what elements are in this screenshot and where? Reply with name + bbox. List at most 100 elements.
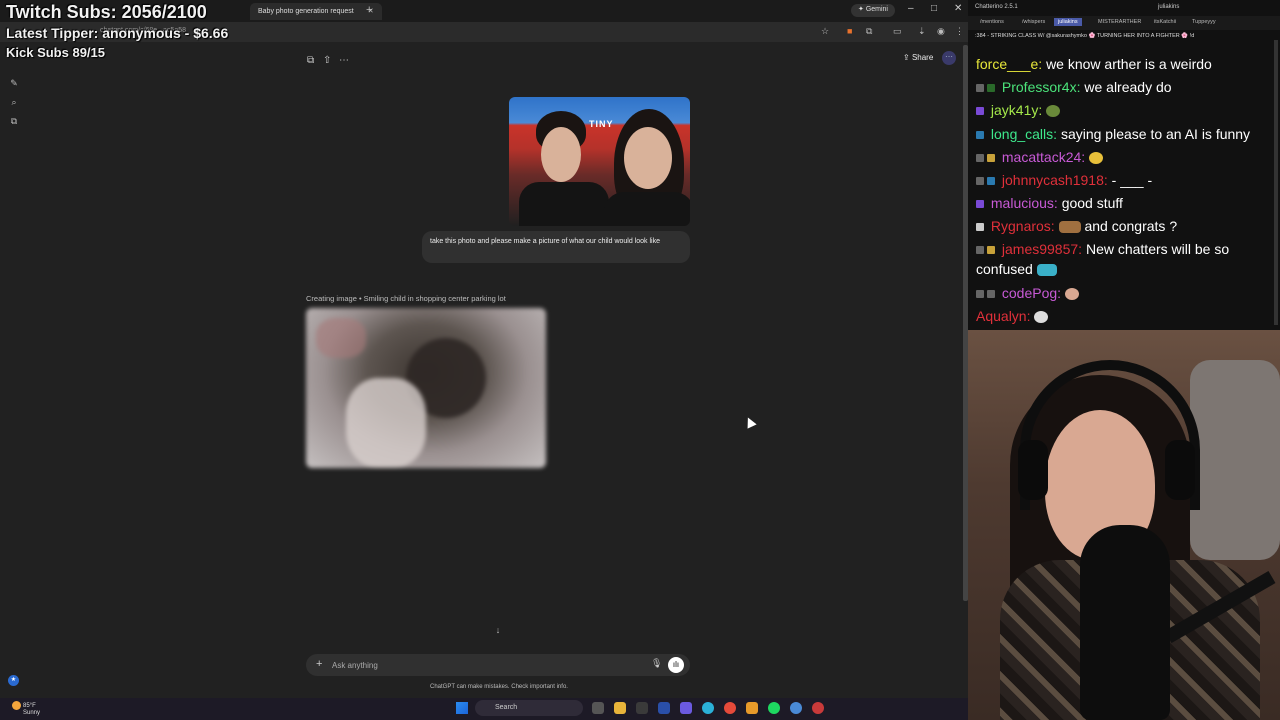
- start-button[interactable]: [456, 702, 468, 714]
- tab-baby-photo[interactable]: Baby photo generation request ✕: [250, 3, 382, 20]
- copy-icon[interactable]: ⧉: [307, 55, 314, 66]
- taskbar-search[interactable]: Search: [475, 700, 583, 716]
- tab-mentions[interactable]: /mentions: [976, 18, 1008, 26]
- chat-username[interactable]: malucious:: [991, 195, 1058, 211]
- man-face: [541, 127, 581, 182]
- tab-label: Baby photo generation request: [258, 8, 354, 15]
- chat-text: we know arther is a weirdo: [1046, 56, 1212, 72]
- gemini-button[interactable]: ✦ Gemini: [851, 4, 895, 17]
- new-chat-icon[interactable]: ✎: [9, 78, 19, 88]
- chat-text: we already do: [1084, 79, 1172, 95]
- sidebar-icon[interactable]: ▭: [893, 26, 902, 37]
- library-icon[interactable]: ⧉: [9, 116, 19, 126]
- share-label: Share: [911, 53, 934, 62]
- voice-mode-button[interactable]: ılı: [668, 657, 684, 673]
- chat-username[interactable]: johnnycash1918:: [1002, 172, 1108, 188]
- download-icon[interactable]: ⇣: [918, 26, 926, 37]
- chatterino-window: [968, 0, 1280, 330]
- new-tab-button[interactable]: +: [366, 4, 372, 16]
- search-icon[interactable]: ⌕: [9, 97, 19, 107]
- search-label: Search: [495, 704, 518, 711]
- profile-icon[interactable]: ◉: [937, 26, 945, 37]
- chat-username[interactable]: Rygnaros:: [991, 218, 1055, 234]
- store-icon[interactable]: [636, 702, 648, 714]
- file-explorer-icon[interactable]: [614, 702, 626, 714]
- weather-condition: Sunny: [23, 710, 41, 717]
- puzzle-icon[interactable]: ⧉: [866, 26, 872, 37]
- chat-message: johnnycash1918: - ___ -: [976, 172, 1152, 188]
- mic-icon[interactable]: 🎙: [651, 658, 662, 669]
- headphone-cup: [1165, 440, 1195, 500]
- emote-icon: [1046, 105, 1061, 118]
- upload-icon[interactable]: ⇧: [323, 55, 331, 66]
- discord-icon[interactable]: [680, 702, 692, 714]
- woman-shirt: [604, 192, 690, 226]
- chat-username[interactable]: macattack24:: [1002, 149, 1085, 165]
- chrome-icon[interactable]: [724, 702, 736, 714]
- task-view-icon[interactable]: [592, 702, 604, 714]
- minimize-icon[interactable]: –: [908, 3, 914, 14]
- microphone: [1080, 525, 1170, 720]
- emote-icon: [1034, 311, 1049, 324]
- chat-message: long_calls: saying please to an AI is fu…: [976, 126, 1250, 142]
- app-icon[interactable]: [658, 702, 670, 714]
- chatterino-user[interactable]: juliakins: [1158, 4, 1179, 10]
- spotify-icon[interactable]: [768, 702, 780, 714]
- chat-scrollbar[interactable]: [1274, 40, 1278, 325]
- mouse-cursor: [743, 415, 757, 429]
- user-message: take this photo and please make a pictur…: [422, 231, 690, 263]
- tab-itskatchii[interactable]: itsKatchii: [1150, 18, 1180, 26]
- chat-text: and congrats ?: [1084, 218, 1178, 234]
- chat-username[interactable]: jayk41y:: [991, 102, 1042, 118]
- prompt-input[interactable]: [332, 658, 632, 672]
- tab-tuppeyyy[interactable]: Tuppeyyy: [1188, 18, 1220, 26]
- more-icon[interactable]: ⋯: [339, 55, 349, 66]
- weather-widget[interactable]: 85°F Sunny: [12, 701, 40, 717]
- share-button[interactable]: ⇪ Share: [903, 53, 933, 62]
- app-icon-2[interactable]: [746, 702, 758, 714]
- stream-title-ticker: :384 - STRIKING CLASS W/ @sakurashymko 🌸…: [975, 33, 1195, 39]
- badge-icon: [987, 177, 995, 186]
- chat-username[interactable]: james99857:: [1002, 241, 1082, 257]
- badge-icon: [976, 131, 984, 140]
- options-button[interactable]: ⋯: [942, 51, 956, 65]
- obs-icon[interactable]: [812, 702, 824, 714]
- extension-icon[interactable]: ■: [847, 26, 852, 36]
- chat-username[interactable]: force___e:: [976, 56, 1042, 72]
- emote-icon: [1089, 152, 1104, 165]
- blur-shape: [346, 378, 426, 468]
- chat-message: force___e: we know arther is a weirdo: [976, 56, 1212, 72]
- chat-username[interactable]: Professor4x:: [1002, 79, 1081, 95]
- uploaded-photo[interactable]: TINY: [509, 97, 690, 226]
- chatterino-title: Chatterino 2.5.1: [975, 4, 1018, 10]
- chat-text: good stuff: [1061, 195, 1123, 211]
- creating-image-status: Creating image • Smiling child in shoppi…: [306, 294, 506, 303]
- notification-badge[interactable]: ★: [8, 675, 19, 686]
- scroll-down-icon[interactable]: ↓: [492, 625, 504, 637]
- emote-icon: [1064, 288, 1079, 301]
- close-window-icon[interactable]: ✕: [954, 3, 962, 14]
- maximize-icon[interactable]: □: [931, 3, 937, 14]
- browser-app-icon[interactable]: [790, 702, 802, 714]
- chat-username[interactable]: Aqualyn:: [976, 308, 1030, 324]
- edge-icon[interactable]: [702, 702, 714, 714]
- plus-icon[interactable]: +: [316, 658, 322, 670]
- woman-face: [624, 127, 672, 189]
- generated-image-preview[interactable]: [306, 308, 546, 468]
- chat-username[interactable]: codePog:: [1002, 285, 1061, 301]
- menu-icon[interactable]: ⋮: [955, 26, 964, 37]
- chat-message: malucious: good stuff: [976, 195, 1123, 211]
- chat-username[interactable]: long_calls:: [991, 126, 1057, 142]
- star-icon[interactable]: ☆: [821, 26, 829, 37]
- badge-icon: [987, 290, 995, 299]
- man-shirt: [519, 182, 609, 226]
- tab-whispers[interactable]: /whispers: [1018, 18, 1049, 26]
- chat-text: confused: [976, 261, 1033, 277]
- gemini-label: Gemini: [865, 6, 888, 13]
- browser-window: Baby photo generation request ✕ + ✦ Gemin…: [0, 0, 968, 698]
- tab-misterarther[interactable]: MISTERARTHER: [1094, 18, 1145, 26]
- tab-juliakins[interactable]: juliakins: [1054, 18, 1082, 26]
- badge-icon: [976, 223, 984, 232]
- sun-icon: [12, 701, 21, 710]
- temperature: 85°F: [23, 703, 36, 710]
